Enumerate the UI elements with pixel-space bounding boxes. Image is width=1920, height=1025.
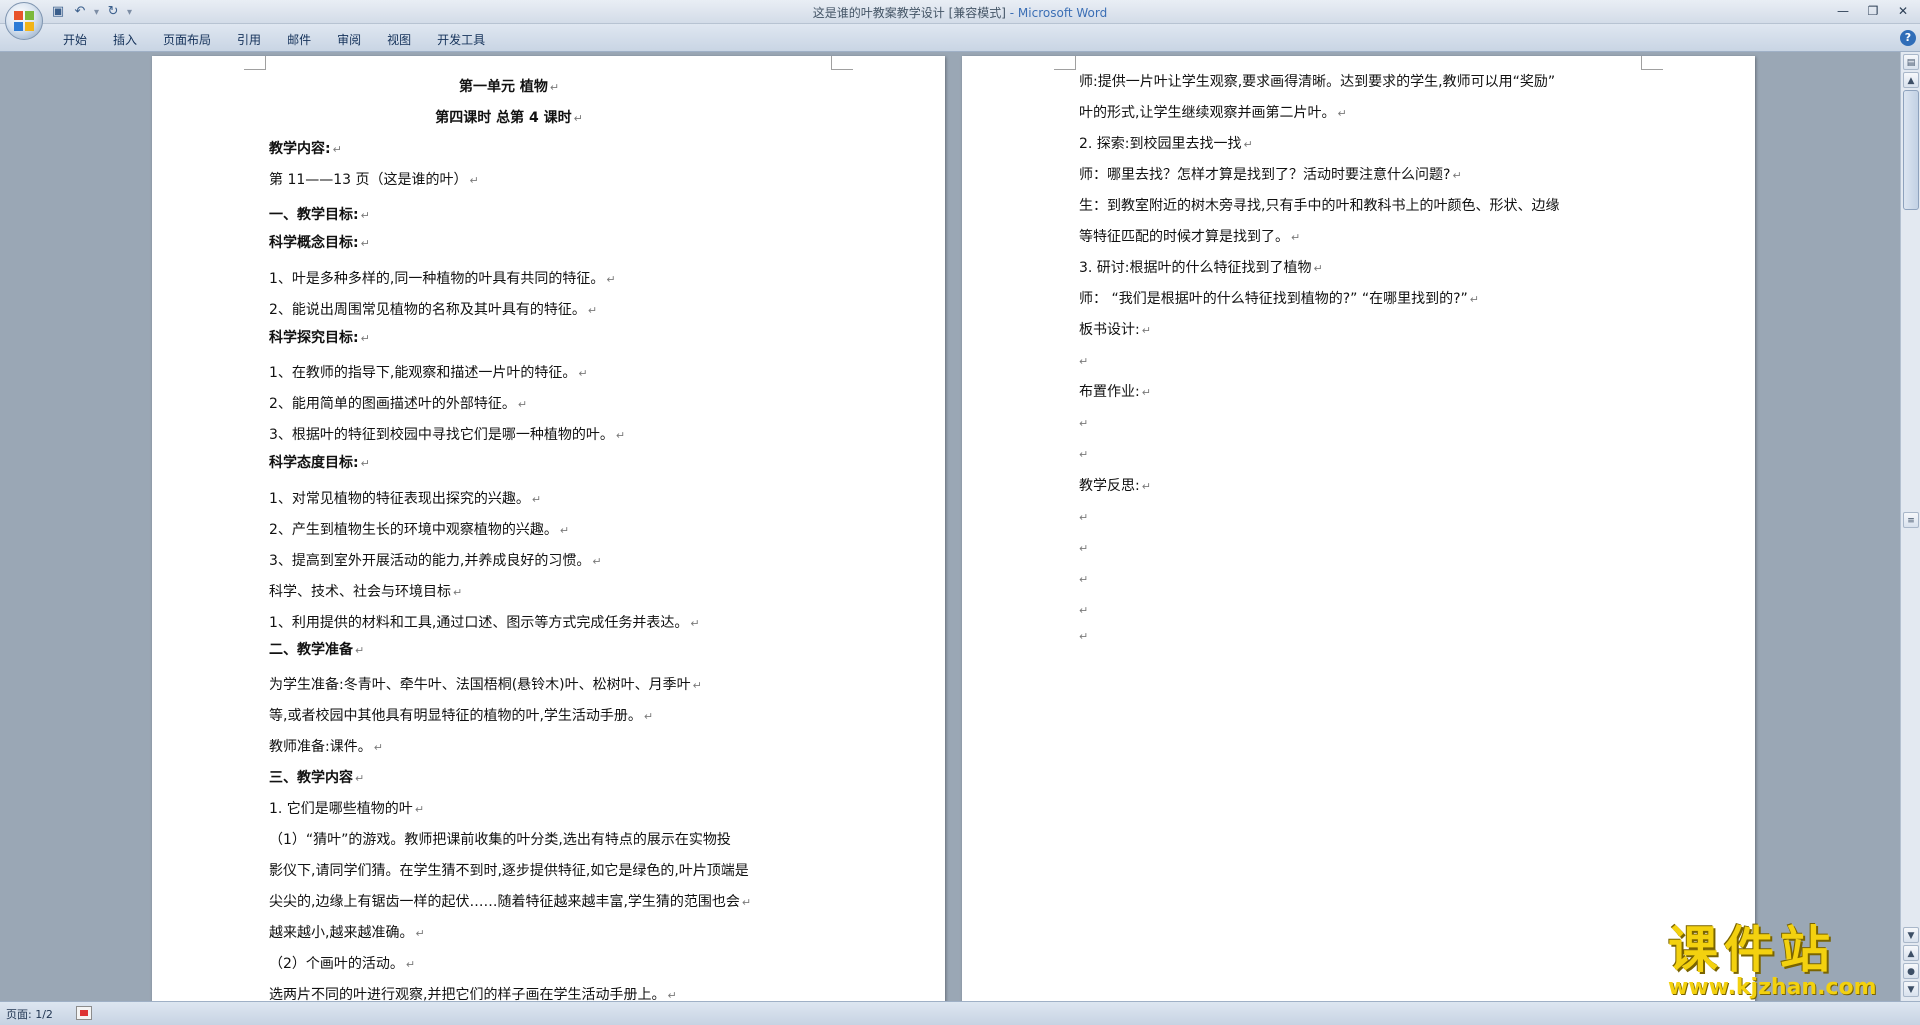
browse-object-icon[interactable]: ● — [1903, 963, 1919, 979]
paragraph-mark: ↵ — [1079, 355, 1089, 368]
scroll-down-icon[interactable]: ▼ — [1903, 927, 1919, 943]
section-heading: 科学探究目标: — [269, 328, 370, 348]
window-controls: — ❐ ✕ — [1830, 2, 1916, 20]
section-heading: 科学概念目标: — [269, 233, 370, 253]
paragraph-line: 布置作业: — [1079, 382, 1151, 402]
paragraph-mark: ↵ — [1079, 542, 1089, 555]
paragraph-line: 影仪下,请同学们猜。在学生猜不到时,逐步提供特征,如它是绿色的,叶片顶端是 — [269, 863, 749, 879]
section-heading: 科学态度目标: — [269, 453, 370, 473]
paragraph-line: 1、在教师的指导下,能观察和描述一片叶的特征。 — [269, 363, 588, 383]
paragraph-line: 教学反思: — [1079, 476, 1151, 496]
ribbon-tab-strip: 开始 插入 页面布局 引用 邮件 审阅 视图 开发工具 ? — [0, 24, 1920, 52]
close-icon[interactable]: ✕ — [1890, 2, 1916, 20]
document-page-2[interactable]: 师:提供一片叶让学生观察,要求画得清晰。达到要求的学生,教师可以用“奖励” 叶的… — [962, 56, 1755, 1001]
crop-mark — [1641, 56, 1663, 70]
paragraph-line: 等,或者校园中其他具有明显特征的植物的叶,学生活动手册。 — [269, 706, 653, 726]
tab-mailings[interactable]: 邮件 — [274, 29, 324, 50]
document-title: 这是谁的叶教案教学设计 [兼容模式] — [812, 6, 1006, 20]
scroll-grip-icon[interactable]: ≡ — [1903, 512, 1919, 528]
help-icon[interactable]: ? — [1900, 30, 1916, 46]
page-indicator[interactable]: 页面: 1/2 — [6, 1006, 53, 1022]
ruler-toggle-icon[interactable]: ▤ — [1903, 54, 1919, 70]
lesson-heading: 第四课时 总第 4 课时 — [269, 108, 749, 128]
next-page-icon[interactable]: ▼ — [1903, 981, 1919, 997]
crop-mark — [831, 56, 853, 70]
section-heading: 三、教学内容 — [269, 768, 364, 788]
paragraph-line: 3、根据叶的特征到校园中寻找它们是哪一种植物的叶。 — [269, 425, 625, 445]
paragraph-mark: ↵ — [1079, 511, 1089, 524]
paragraph-line: 2、能说出周围常见植物的名称及其叶具有的特征。 — [269, 300, 597, 320]
paragraph-line: 第 11——13 页（这是谁的叶） — [269, 170, 479, 190]
app-name: - Microsoft Word — [1005, 6, 1108, 20]
paragraph-mark: ↵ — [1079, 604, 1089, 617]
paragraph-line: 师:提供一片叶让学生观察,要求画得清晰。达到要求的学生,教师可以用“奖励” — [1079, 74, 1556, 90]
section-heading: 一、教学目标: — [269, 205, 370, 225]
paragraph-line: 尖尖的,边缘上有锯齿一样的起伏……随着特征越来越丰富,学生猜的范围也会 — [269, 892, 751, 912]
office-logo-icon — [14, 11, 34, 31]
tab-insert[interactable]: 插入 — [100, 29, 150, 50]
paragraph-line: 生：到教室附近的树木旁寻找,只有手中的叶和教科书上的叶颜色、形状、边缘 — [1079, 198, 1560, 214]
paragraph-mark: ↵ — [1079, 573, 1089, 586]
watermark: 课件站 www.kjzhan.com — [1668, 922, 1898, 1002]
status-bar: 页面: 1/2 — [0, 1001, 1920, 1025]
paragraph-line: 叶的形式,让学生继续观察并画第二片叶。 — [1079, 103, 1347, 123]
tab-view[interactable]: 视图 — [374, 29, 424, 50]
tab-developer[interactable]: 开发工具 — [424, 29, 498, 50]
paragraph-line: 3、提高到室外开展活动的能力,并养成良好的习惯。 — [269, 551, 602, 571]
paragraph-line: 越来越小,越来越准确。 — [269, 923, 425, 943]
paragraph-line: 科学、技术、社会与环境目标 — [269, 582, 462, 602]
section-heading: 二、教学准备 — [269, 640, 364, 660]
paragraph-line: （2）个画叶的活动。 — [269, 954, 415, 974]
tab-references[interactable]: 引用 — [224, 29, 274, 50]
paragraph-mark: ↵ — [1079, 630, 1089, 643]
paragraph-line: 1、叶是多种多样的,同一种植物的叶具有共同的特征。 — [269, 269, 616, 289]
paragraph-line: 3. 研讨:根据叶的什么特征找到了植物 — [1079, 258, 1323, 278]
document-page-1[interactable]: 第一单元 植物 第四课时 总第 4 课时 教学内容: 第 11——13 页（这是… — [152, 56, 945, 1001]
scroll-up-icon[interactable]: ▲ — [1903, 72, 1919, 88]
minimize-icon[interactable]: — — [1830, 2, 1856, 20]
paragraph-line: 1、对常见植物的特征表现出探究的兴趣。 — [269, 489, 541, 509]
section-heading: 教学内容: — [269, 139, 342, 159]
paragraph-mark: ↵ — [1079, 417, 1089, 430]
watermark-url: www.kjzhan.com — [1668, 975, 1877, 1000]
paragraph-line: 1. 它们是哪些植物的叶 — [269, 799, 424, 819]
paragraph-line: 2、产生到植物生长的环境中观察植物的兴趣。 — [269, 520, 569, 540]
crop-mark — [1054, 56, 1076, 70]
crop-mark — [244, 56, 266, 70]
scrollbar-thumb[interactable] — [1903, 90, 1919, 210]
vertical-scrollbar[interactable]: ▤ ▲ ≡ ▼ ▲ ● ▼ — [1900, 52, 1920, 1001]
window-title: 这是谁的叶教案教学设计 [兼容模式] - Microsoft Word — [0, 4, 1920, 21]
document-area[interactable]: 第一单元 植物 第四课时 总第 4 课时 教学内容: 第 11——13 页（这是… — [0, 52, 1900, 1001]
title-bar: ▣ ↶ ▾ ↻ ▾ 这是谁的叶教案教学设计 [兼容模式] - Microsoft… — [0, 0, 1920, 40]
paragraph-mark: ↵ — [1079, 448, 1089, 461]
paragraph-line: 师：哪里去找？怎样才算是找到了？活动时要注意什么问题? — [1079, 165, 1462, 185]
paragraph-line: 2. 探索:到校园里去找一找 — [1079, 134, 1253, 154]
ribbon-tabs: 开始 插入 页面布局 引用 邮件 审阅 视图 开发工具 — [50, 29, 498, 50]
watermark-title: 课件站 — [1668, 921, 1836, 979]
office-button[interactable] — [5, 2, 43, 40]
paragraph-line: 等特征匹配的时候才算是找到了。 — [1079, 227, 1300, 247]
paragraph-line: 选两片不同的叶进行观察,并把它们的样子画在学生活动手册上。 — [269, 985, 677, 1001]
paragraph-line: 师： “我们是根据叶的什么特征找到植物的?” “在哪里找到的?” — [1079, 289, 1479, 309]
paragraph-line: 教师准备:课件。 — [269, 737, 383, 757]
maximize-icon[interactable]: ❐ — [1860, 2, 1886, 20]
unit-heading: 第一单元 植物 — [269, 77, 749, 97]
tab-home[interactable]: 开始 — [50, 29, 100, 50]
paragraph-line: 2、能用简单的图画描述叶的外部特征。 — [269, 394, 527, 414]
paragraph-line: 1、利用提供的材料和工具,通过口述、图示等方式完成任务并表达。 — [269, 613, 700, 633]
previous-page-icon[interactable]: ▲ — [1903, 945, 1919, 961]
proofing-icon[interactable] — [76, 1006, 92, 1020]
paragraph-line: 为学生准备:冬青叶、牵牛叶、法国梧桐(悬铃木)叶、松树叶、月季叶 — [269, 675, 702, 695]
paragraph-line: （1）“猜叶”的游戏。教师把课前收集的叶分类,选出有特点的展示在实物投 — [269, 832, 731, 848]
tab-review[interactable]: 审阅 — [324, 29, 374, 50]
tab-page-layout[interactable]: 页面布局 — [150, 29, 224, 50]
paragraph-line: 板书设计: — [1079, 320, 1151, 340]
